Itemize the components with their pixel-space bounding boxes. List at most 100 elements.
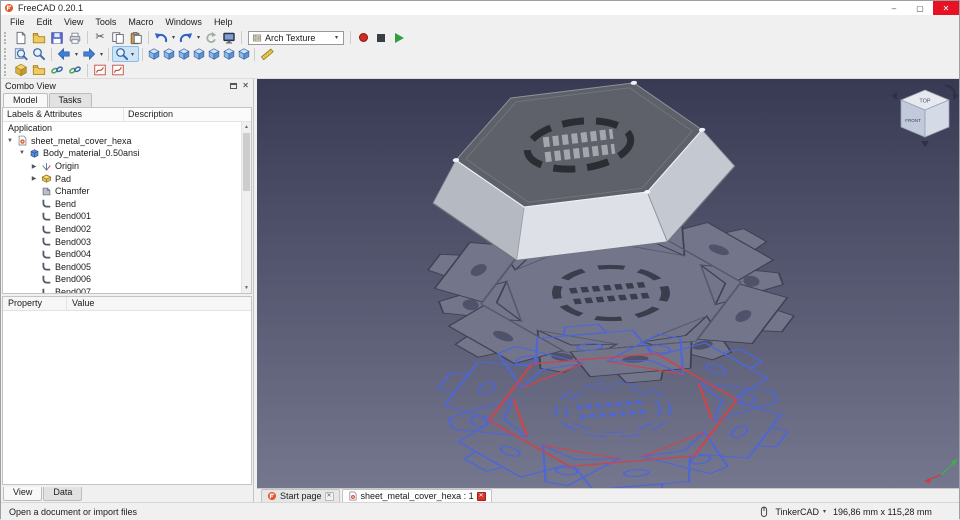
close-tab-icon[interactable]: ✕ — [325, 492, 334, 501]
separator — [87, 31, 88, 44]
tree-row-origin[interactable]: ▶ Origin — [3, 160, 241, 173]
tab-start-page[interactable]: Start page ✕ — [261, 489, 340, 502]
cut-button[interactable]: ✂ — [91, 30, 109, 46]
tree-row-bend001[interactable]: Bend001 — [3, 210, 241, 223]
view-right-button[interactable] — [191, 46, 206, 62]
menu-edit[interactable]: Edit — [31, 17, 59, 27]
undo-button[interactable] — [152, 30, 170, 46]
nav-style-selector[interactable]: TinkerCAD ▾ — [775, 507, 828, 517]
expander-expanded-icon[interactable]: ▼ — [18, 150, 26, 156]
tree-row-bend006[interactable]: Bend006 — [3, 273, 241, 286]
tab-document[interactable]: sheet_metal_cover_hexa : 1 ✕ — [342, 489, 492, 502]
tree-row-bend003[interactable]: Bend003 — [3, 235, 241, 248]
view-bottom-button[interactable] — [221, 46, 236, 62]
tab-view-properties[interactable]: View — [3, 487, 42, 501]
create-group-button[interactable] — [30, 62, 48, 78]
scrollbar-thumb[interactable] — [243, 133, 250, 191]
edit-sketch-button[interactable] — [109, 62, 127, 78]
redo-button[interactable] — [177, 30, 195, 46]
toolbar-file: ✂ ▾ ▾ Arch Texture ▾ — [1, 29, 959, 46]
whats-this-button[interactable] — [220, 30, 238, 46]
tree-row-application[interactable]: Application — [3, 122, 241, 135]
refresh-button[interactable] — [202, 30, 220, 46]
minimize-button[interactable]: – — [881, 1, 907, 15]
menu-file[interactable]: File — [4, 17, 31, 27]
tree-row-bend004[interactable]: Bend004 — [3, 248, 241, 261]
tree-row-pad[interactable]: ▶ Pad — [3, 172, 241, 185]
menu-help[interactable]: Help — [208, 17, 239, 27]
property-list[interactable] — [3, 311, 251, 484]
tree-row-bend[interactable]: Bend — [3, 198, 241, 211]
close-tab-icon[interactable]: ✕ — [477, 492, 486, 501]
save-button[interactable] — [48, 30, 66, 46]
tab-tasks[interactable]: Tasks — [49, 93, 92, 107]
fit-selection-button[interactable] — [30, 46, 48, 62]
workbench-dropdown-arrow-icon[interactable]: ▾ — [333, 34, 340, 41]
tree-row-bend007[interactable]: Bend007 — [3, 286, 241, 293]
close-button[interactable]: ✕ — [933, 1, 959, 15]
view-isometric-button[interactable] — [146, 46, 161, 62]
fit-all-button[interactable] — [12, 46, 30, 62]
nav-style-label: TinkerCAD — [775, 507, 819, 517]
view-left-button[interactable] — [236, 46, 251, 62]
nav-cube-front-label[interactable]: FRONT — [905, 118, 921, 123]
tab-model[interactable]: Model — [3, 93, 48, 107]
new-document-button[interactable] — [12, 30, 30, 46]
print-button[interactable] — [66, 30, 84, 46]
view-rear-button[interactable] — [206, 46, 221, 62]
macro-stop-button[interactable] — [372, 30, 390, 46]
menu-macro[interactable]: Macro — [122, 17, 159, 27]
scroll-down-icon[interactable]: ▼ — [242, 283, 251, 293]
menu-view[interactable]: View — [58, 17, 89, 27]
menu-tools[interactable]: Tools — [89, 17, 122, 27]
redo-dropdown-arrow-icon[interactable]: ▾ — [195, 34, 202, 41]
title-bar: FreeCAD 0.20.1 – ▢ ✕ — [1, 1, 959, 15]
close-panel-icon[interactable]: ✕ — [242, 82, 249, 90]
tree-row-chamfer[interactable]: Chamfer — [3, 185, 241, 198]
viewport-3d-canvas[interactable]: TOP FRONT — [257, 79, 959, 488]
separator — [142, 48, 143, 61]
back-dropdown-arrow-icon[interactable]: ▾ — [73, 51, 80, 58]
macro-record-button[interactable] — [354, 30, 372, 46]
tree-scrollbar[interactable]: ▲ ▼ — [241, 122, 251, 293]
create-sketch-button[interactable] — [91, 62, 109, 78]
dock-panel-icon[interactable] — [230, 83, 237, 89]
make-link-button[interactable] — [48, 62, 66, 78]
navigate-forward-button[interactable] — [80, 46, 98, 62]
copy-button[interactable] — [109, 30, 127, 46]
expander-collapsed-icon[interactable]: ▶ — [30, 163, 38, 170]
tree-row-bend002[interactable]: Bend002 — [3, 223, 241, 236]
box-zoom-button[interactable]: ▾ — [112, 46, 139, 62]
toolbar-grip[interactable] — [4, 48, 9, 60]
view-top-button[interactable] — [176, 46, 191, 62]
zoom-dropdown-arrow-icon[interactable]: ▾ — [129, 51, 136, 58]
expander-collapsed-icon[interactable]: ▶ — [30, 175, 38, 182]
tab-data-properties[interactable]: Data — [43, 487, 82, 501]
toolbar-grip[interactable] — [4, 64, 9, 76]
nav-cube-top-label[interactable]: TOP — [919, 99, 931, 105]
toolbar-grip[interactable] — [4, 32, 9, 44]
forward-dropdown-arrow-icon[interactable]: ▾ — [98, 51, 105, 58]
document-icon — [17, 135, 28, 146]
undo-dropdown-arrow-icon[interactable]: ▾ — [170, 34, 177, 41]
tree-label: Bend006 — [55, 274, 91, 284]
measure-distance-button[interactable] — [258, 46, 276, 62]
macro-execute-button[interactable] — [390, 30, 408, 46]
navigate-back-button[interactable] — [55, 46, 73, 62]
workbench-selector[interactable]: Arch Texture ▾ — [248, 31, 344, 45]
view-front-button[interactable] — [161, 46, 176, 62]
tree-row-bend005[interactable]: Bend005 — [3, 261, 241, 274]
make-sub-link-button[interactable] — [66, 62, 84, 78]
paste-button[interactable] — [127, 30, 145, 46]
scroll-up-icon[interactable]: ▲ — [242, 122, 251, 132]
tree-row-body[interactable]: ▼ Body_material_0.50ansi — [3, 147, 241, 160]
expander-expanded-icon[interactable]: ▼ — [6, 138, 14, 144]
3d-viewport[interactable]: TOP FRONT — [257, 79, 959, 488]
menu-windows[interactable]: Windows — [159, 17, 208, 27]
nav-style-dropdown-arrow-icon[interactable]: ▾ — [821, 508, 828, 515]
maximize-button[interactable]: ▢ — [907, 1, 933, 15]
create-part-button[interactable] — [12, 62, 30, 78]
property-column-header: Property — [3, 297, 67, 310]
tree-row-document[interactable]: ▼ sheet_metal_cover_hexa — [3, 135, 241, 148]
open-document-button[interactable] — [30, 30, 48, 46]
